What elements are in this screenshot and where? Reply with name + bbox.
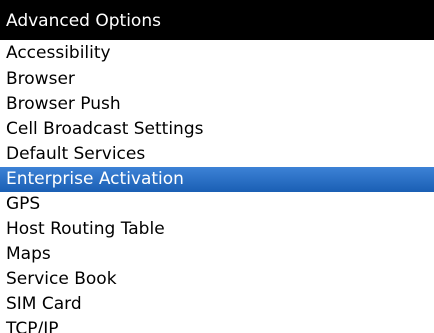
menu-item-cell-broadcast-settings[interactable]: Cell Broadcast Settings (0, 117, 434, 142)
options-list: Accessibility Browser Browser Push Cell … (0, 40, 434, 333)
menu-item-maps[interactable]: Maps (0, 242, 434, 267)
menu-item-enterprise-activation[interactable]: Enterprise Activation (0, 167, 434, 192)
screen-title: Advanced Options (6, 11, 161, 31)
menu-item-gps[interactable]: GPS (0, 192, 434, 217)
menu-item-sim-card[interactable]: SIM Card (0, 292, 434, 317)
menu-item-service-book[interactable]: Service Book (0, 267, 434, 292)
advanced-options-screen: Advanced Options Accessibility Browser B… (0, 0, 434, 333)
menu-item-browser[interactable]: Browser (0, 67, 434, 92)
menu-item-default-services[interactable]: Default Services (0, 142, 434, 167)
menu-item-browser-push[interactable]: Browser Push (0, 92, 434, 117)
title-bar: Advanced Options (0, 0, 434, 40)
menu-item-host-routing-table[interactable]: Host Routing Table (0, 217, 434, 242)
menu-item-tcp-ip[interactable]: TCP/IP (0, 317, 434, 333)
menu-item-accessibility[interactable]: Accessibility (0, 40, 434, 67)
